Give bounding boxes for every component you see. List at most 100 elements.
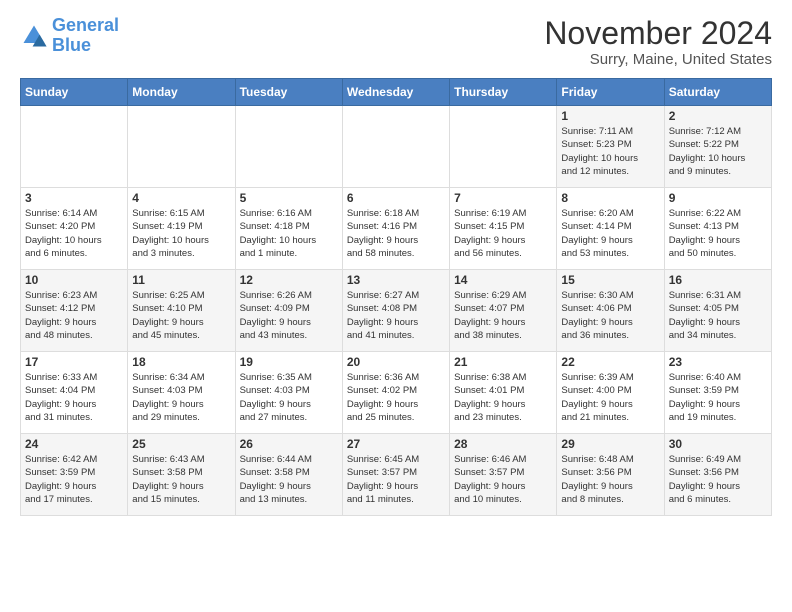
day-number: 4 — [132, 191, 230, 205]
table-row: 19Sunrise: 6:35 AM Sunset: 4:03 PM Dayli… — [235, 352, 342, 434]
table-row: 10 Sunrise: 6:23 AM Sunset: 4:12 PM Dayli… — [21, 270, 128, 352]
day-number: 19 — [240, 355, 338, 369]
day-info: Sunrise: 6:18 AM Sunset: 4:16 PM Dayligh… — [347, 207, 445, 260]
day-number: 7 — [454, 191, 552, 205]
day-info: Sunrise: 6:33 AM Sunset: 4:04 PM Dayligh… — [25, 371, 123, 424]
table-row: 17 Sunrise: 6:33 AM Sunset: 4:04 PM Dayli… — [21, 352, 128, 434]
day-info: Sunrise: 6:40 AM Sunset: 3:59 PM Dayligh… — [669, 371, 767, 424]
table-row — [235, 106, 342, 188]
table-row: 29 Sunrise: 6:48 AM Sunset: 3:56 PM Dayli… — [557, 434, 664, 516]
table-row: 11Sunrise: 6:25 AM Sunset: 4:10 PM Dayli… — [128, 270, 235, 352]
table-row: 30 Sunrise: 6:49 AM Sunset: 3:56 PM Dayli… — [664, 434, 771, 516]
table-row: 2 Sunrise: 7:12 AM Sunset: 5:22 PM Daylig… — [664, 106, 771, 188]
day-info: Sunrise: 6:22 AM Sunset: 4:13 PM Dayligh… — [669, 207, 767, 260]
day-number: 2 — [669, 109, 767, 123]
logo: General Blue — [20, 16, 119, 56]
header-wednesday: Wednesday — [342, 79, 449, 106]
day-number: 8 — [561, 191, 659, 205]
day-info: Sunrise: 6:15 AM Sunset: 4:19 PM Dayligh… — [132, 207, 230, 260]
table-row: 24 Sunrise: 6:42 AM Sunset: 3:59 PM Dayli… — [21, 434, 128, 516]
header-thursday: Thursday — [450, 79, 557, 106]
day-number: 10 — [25, 273, 123, 287]
day-info: Sunrise: 6:20 AM Sunset: 4:14 PM Dayligh… — [561, 207, 659, 260]
day-info: Sunrise: 6:31 AM Sunset: 4:05 PM Dayligh… — [669, 289, 767, 342]
day-info: Sunrise: 6:49 AM Sunset: 3:56 PM Dayligh… — [669, 453, 767, 506]
day-info: Sunrise: 6:26 AM Sunset: 4:09 PM Dayligh… — [240, 289, 338, 342]
header-sunday: Sunday — [21, 79, 128, 106]
table-row — [21, 106, 128, 188]
day-number: 23 — [669, 355, 767, 369]
month-title: November 2024 — [544, 16, 772, 51]
table-row: 9 Sunrise: 6:22 AM Sunset: 4:13 PM Daylig… — [664, 188, 771, 270]
table-row: 27 Sunrise: 6:45 AM Sunset: 3:57 PM Dayli… — [342, 434, 449, 516]
table-row: 18 Sunrise: 6:34 AM Sunset: 4:03 PM Dayli… — [128, 352, 235, 434]
day-number: 6 — [347, 191, 445, 205]
table-row: 28Sunrise: 6:46 AM Sunset: 3:57 PM Dayli… — [450, 434, 557, 516]
day-info: Sunrise: 6:43 AM Sunset: 3:58 PM Dayligh… — [132, 453, 230, 506]
day-info: Sunrise: 6:16 AM Sunset: 4:18 PM Dayligh… — [240, 207, 338, 260]
day-info: Sunrise: 7:11 AM Sunset: 5:23 PM Dayligh… — [561, 125, 659, 178]
day-info: Sunrise: 6:42 AM Sunset: 3:59 PM Dayligh… — [25, 453, 123, 506]
day-number: 26 — [240, 437, 338, 451]
table-row: 5 Sunrise: 6:16 AM Sunset: 4:18 PM Daylig… — [235, 188, 342, 270]
day-number: 22 — [561, 355, 659, 369]
day-info: Sunrise: 6:48 AM Sunset: 3:56 PM Dayligh… — [561, 453, 659, 506]
day-info: Sunrise: 6:38 AM Sunset: 4:01 PM Dayligh… — [454, 371, 552, 424]
table-row: 25 Sunrise: 6:43 AM Sunset: 3:58 PM Dayli… — [128, 434, 235, 516]
day-number: 15 — [561, 273, 659, 287]
day-number: 17 — [25, 355, 123, 369]
day-info: Sunrise: 7:12 AM Sunset: 5:22 PM Dayligh… — [669, 125, 767, 178]
table-row: 14 Sunrise: 6:29 AM Sunset: 4:07 PM Dayli… — [450, 270, 557, 352]
day-number: 24 — [25, 437, 123, 451]
calendar-table: Sunday Monday Tuesday Wednesday Thursday… — [20, 78, 772, 516]
table-row: 7Sunrise: 6:19 AM Sunset: 4:15 PM Daylig… — [450, 188, 557, 270]
day-number: 25 — [132, 437, 230, 451]
title-block: November 2024 Surry, Maine, United State… — [544, 16, 772, 68]
table-row: 26 Sunrise: 6:44 AM Sunset: 3:58 PM Dayli… — [235, 434, 342, 516]
day-number: 12 — [240, 273, 338, 287]
day-number: 30 — [669, 437, 767, 451]
table-row: 8 Sunrise: 6:20 AM Sunset: 4:14 PM Daylig… — [557, 188, 664, 270]
table-row: 22Sunrise: 6:39 AM Sunset: 4:00 PM Dayli… — [557, 352, 664, 434]
day-info: Sunrise: 6:45 AM Sunset: 3:57 PM Dayligh… — [347, 453, 445, 506]
day-info: Sunrise: 6:23 AM Sunset: 4:12 PM Dayligh… — [25, 289, 123, 342]
table-row: 13Sunrise: 6:27 AM Sunset: 4:08 PM Dayli… — [342, 270, 449, 352]
day-number: 27 — [347, 437, 445, 451]
header: General Blue November 2024 Surry, Maine,… — [20, 16, 772, 68]
day-info: Sunrise: 6:34 AM Sunset: 4:03 PM Dayligh… — [132, 371, 230, 424]
day-info: Sunrise: 6:44 AM Sunset: 3:58 PM Dayligh… — [240, 453, 338, 506]
day-number: 1 — [561, 109, 659, 123]
day-info: Sunrise: 6:30 AM Sunset: 4:06 PM Dayligh… — [561, 289, 659, 342]
day-number: 16 — [669, 273, 767, 287]
day-info: Sunrise: 6:27 AM Sunset: 4:08 PM Dayligh… — [347, 289, 445, 342]
day-number: 21 — [454, 355, 552, 369]
table-row: 4 Sunrise: 6:15 AM Sunset: 4:19 PM Daylig… — [128, 188, 235, 270]
logo-line1: General — [52, 15, 119, 35]
table-row: 16 Sunrise: 6:31 AM Sunset: 4:05 PM Dayli… — [664, 270, 771, 352]
day-number: 5 — [240, 191, 338, 205]
day-number: 29 — [561, 437, 659, 451]
table-row: 20Sunrise: 6:36 AM Sunset: 4:02 PM Dayli… — [342, 352, 449, 434]
calendar-body: 1 Sunrise: 7:11 AM Sunset: 5:23 PM Daylig… — [21, 106, 772, 516]
day-number: 3 — [25, 191, 123, 205]
table-row: 6 Sunrise: 6:18 AM Sunset: 4:16 PM Daylig… — [342, 188, 449, 270]
day-number: 14 — [454, 273, 552, 287]
logo-icon — [20, 22, 48, 50]
table-row — [128, 106, 235, 188]
logo-text: General Blue — [52, 16, 119, 56]
day-info: Sunrise: 6:25 AM Sunset: 4:10 PM Dayligh… — [132, 289, 230, 342]
day-info: Sunrise: 6:36 AM Sunset: 4:02 PM Dayligh… — [347, 371, 445, 424]
table-row: 21 Sunrise: 6:38 AM Sunset: 4:01 PM Dayli… — [450, 352, 557, 434]
day-number: 9 — [669, 191, 767, 205]
header-friday: Friday — [557, 79, 664, 106]
day-info: Sunrise: 6:29 AM Sunset: 4:07 PM Dayligh… — [454, 289, 552, 342]
table-row — [450, 106, 557, 188]
calendar-header: Sunday Monday Tuesday Wednesday Thursday… — [21, 79, 772, 106]
table-row: 1 Sunrise: 7:11 AM Sunset: 5:23 PM Daylig… — [557, 106, 664, 188]
day-info: Sunrise: 6:14 AM Sunset: 4:20 PM Dayligh… — [25, 207, 123, 260]
table-row — [342, 106, 449, 188]
day-info: Sunrise: 6:46 AM Sunset: 3:57 PM Dayligh… — [454, 453, 552, 506]
header-saturday: Saturday — [664, 79, 771, 106]
header-tuesday: Tuesday — [235, 79, 342, 106]
day-number: 18 — [132, 355, 230, 369]
